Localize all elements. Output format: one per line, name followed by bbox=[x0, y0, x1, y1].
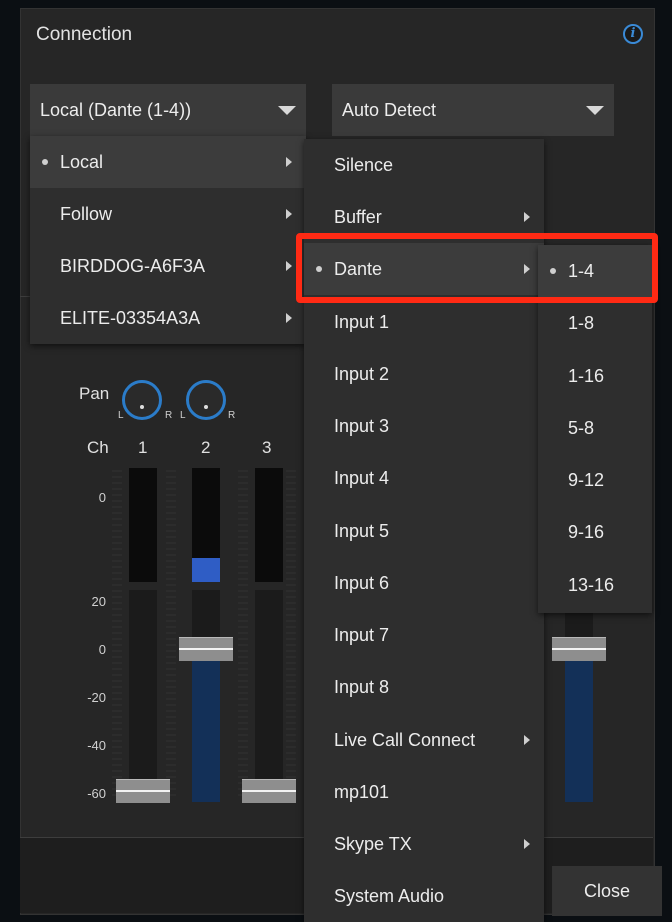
source-menu: Local Follow BIRDDOG-A6F3A ELITE-03354A3… bbox=[30, 136, 306, 344]
menu-item-label: 9-12 bbox=[568, 470, 605, 490]
menu-item-9-16[interactable]: 9-16 bbox=[538, 506, 652, 558]
menu-item-label: 13-16 bbox=[568, 575, 615, 595]
menu-item-1-16[interactable]: 1-16 bbox=[538, 350, 652, 402]
menu-item-input-8[interactable]: Input 8 bbox=[304, 661, 544, 713]
menu-item-input-4[interactable]: Input 4 bbox=[304, 452, 544, 504]
chevron-right-icon bbox=[286, 313, 292, 323]
menu-item-input-6[interactable]: Input 6 bbox=[304, 557, 544, 609]
meter-hatch bbox=[286, 470, 296, 800]
menu-item-label: BIRDDOG-A6F3A bbox=[60, 256, 206, 276]
menu-item-input-5[interactable]: Input 5 bbox=[304, 505, 544, 557]
menu-item-label: mp101 bbox=[334, 782, 390, 802]
menu-item-system-audio[interactable]: System Audio bbox=[304, 870, 544, 922]
menu-item-label: Buffer bbox=[334, 207, 382, 227]
level-indicator-ch2 bbox=[192, 558, 220, 582]
meter-hatch bbox=[238, 470, 248, 800]
menu-item-label: Input 3 bbox=[334, 416, 390, 436]
chevron-right-icon bbox=[286, 157, 292, 167]
channel-label: Ch bbox=[87, 438, 109, 457]
fader-handle-ch2[interactable] bbox=[179, 637, 233, 661]
menu-item-label: System Audio bbox=[334, 886, 445, 906]
menu-item-elite[interactable]: ELITE-03354A3A bbox=[30, 292, 306, 344]
menu-item-mp101[interactable]: mp101 bbox=[304, 766, 544, 818]
menu-item-local[interactable]: Local bbox=[30, 136, 306, 188]
chevron-down-icon bbox=[278, 106, 296, 115]
knob-left-label: L bbox=[118, 410, 124, 421]
scale-label: 0 bbox=[98, 642, 106, 657]
fader-handle-ch4[interactable] bbox=[552, 637, 606, 661]
pan-label: Pan bbox=[79, 384, 110, 403]
menu-item-birddog[interactable]: BIRDDOG-A6F3A bbox=[30, 240, 306, 292]
menu-item-label: Input 5 bbox=[334, 521, 390, 541]
fader-handle-ch3[interactable] bbox=[242, 779, 296, 803]
fader-track-ch1 bbox=[129, 590, 157, 802]
selected-bullet-icon bbox=[42, 159, 48, 165]
fader-track-ch3 bbox=[255, 590, 283, 802]
menu-item-1-8[interactable]: 1-8 bbox=[538, 297, 652, 349]
source-dropdown-value: Local (Dante (1-4)) bbox=[40, 100, 192, 120]
fader-handle-ch1[interactable] bbox=[116, 779, 170, 803]
knob-right-label: R bbox=[228, 410, 236, 421]
channel-number: 3 bbox=[262, 438, 272, 457]
menu-item-label: 1-8 bbox=[568, 313, 595, 333]
menu-item-label: 1-16 bbox=[568, 366, 605, 386]
info-icon[interactable]: i bbox=[623, 24, 643, 44]
menu-item-label: Input 2 bbox=[334, 364, 390, 384]
menu-item-label: Follow bbox=[60, 204, 113, 224]
meter-hatch bbox=[112, 470, 122, 800]
format-dropdown[interactable]: Auto Detect bbox=[332, 84, 614, 136]
panel-title: Connection bbox=[36, 24, 133, 45]
menu-item-label: Input 6 bbox=[334, 573, 390, 593]
menu-item-13-16[interactable]: 13-16 bbox=[538, 559, 652, 611]
fader-fill-ch4 bbox=[565, 660, 593, 802]
knob-right-label: R bbox=[165, 410, 173, 421]
menu-item-label: Input 7 bbox=[334, 625, 390, 645]
highlight-annotation bbox=[296, 233, 658, 303]
scale-label: 0 bbox=[98, 490, 106, 505]
source-dropdown[interactable]: Local (Dante (1-4)) bbox=[30, 84, 306, 136]
scale-label: -60 bbox=[87, 786, 106, 801]
menu-item-label: Live Call Connect bbox=[334, 730, 476, 750]
menu-item-follow[interactable]: Follow bbox=[30, 188, 306, 240]
scale-label: 20 bbox=[91, 594, 106, 609]
menu-item-label: Local bbox=[60, 152, 104, 172]
knob-left-label: L bbox=[180, 410, 186, 421]
menu-item-input-2[interactable]: Input 2 bbox=[304, 348, 544, 400]
chevron-right-icon bbox=[524, 735, 530, 745]
meter-hatch bbox=[166, 470, 176, 800]
chevron-right-icon bbox=[524, 839, 530, 849]
menu-item-5-8[interactable]: 5-8 bbox=[538, 402, 652, 454]
menu-item-silence[interactable]: Silence bbox=[304, 139, 544, 191]
menu-item-label: Input 8 bbox=[334, 677, 390, 697]
channel-number: 1 bbox=[138, 438, 148, 457]
menu-item-skype-tx[interactable]: Skype TX bbox=[304, 818, 544, 870]
menu-item-label: 5-8 bbox=[568, 418, 595, 438]
level-meter-ch3 bbox=[255, 468, 283, 582]
menu-item-input-3[interactable]: Input 3 bbox=[304, 400, 544, 452]
format-dropdown-value: Auto Detect bbox=[342, 100, 437, 120]
pan-knob-ch2[interactable] bbox=[186, 380, 226, 420]
menu-item-label: Silence bbox=[334, 155, 394, 175]
menu-item-label: ELITE-03354A3A bbox=[60, 308, 201, 328]
chevron-right-icon bbox=[524, 212, 530, 222]
menu-item-label: Input 4 bbox=[334, 468, 390, 488]
pan-knob-ch1[interactable] bbox=[122, 380, 162, 420]
menu-item-label: Input 1 bbox=[334, 312, 390, 332]
chevron-right-icon bbox=[286, 261, 292, 271]
scale-label: -20 bbox=[87, 690, 106, 705]
menu-item-input-7[interactable]: Input 7 bbox=[304, 609, 544, 661]
menu-item-live-call-connect[interactable]: Live Call Connect bbox=[304, 714, 544, 766]
scale-label: -40 bbox=[87, 738, 106, 753]
close-button[interactable]: Close bbox=[552, 866, 662, 916]
fader-fill-ch2 bbox=[192, 660, 220, 802]
channel-number: 2 bbox=[201, 438, 211, 457]
menu-item-input-1[interactable]: Input 1 bbox=[304, 296, 544, 348]
menu-item-9-12[interactable]: 9-12 bbox=[538, 454, 652, 506]
menu-item-label: 9-16 bbox=[568, 522, 605, 542]
level-meter-ch1 bbox=[129, 468, 157, 582]
menu-item-label: Skype TX bbox=[334, 834, 412, 854]
chevron-down-icon bbox=[586, 106, 604, 115]
chevron-right-icon bbox=[286, 209, 292, 219]
